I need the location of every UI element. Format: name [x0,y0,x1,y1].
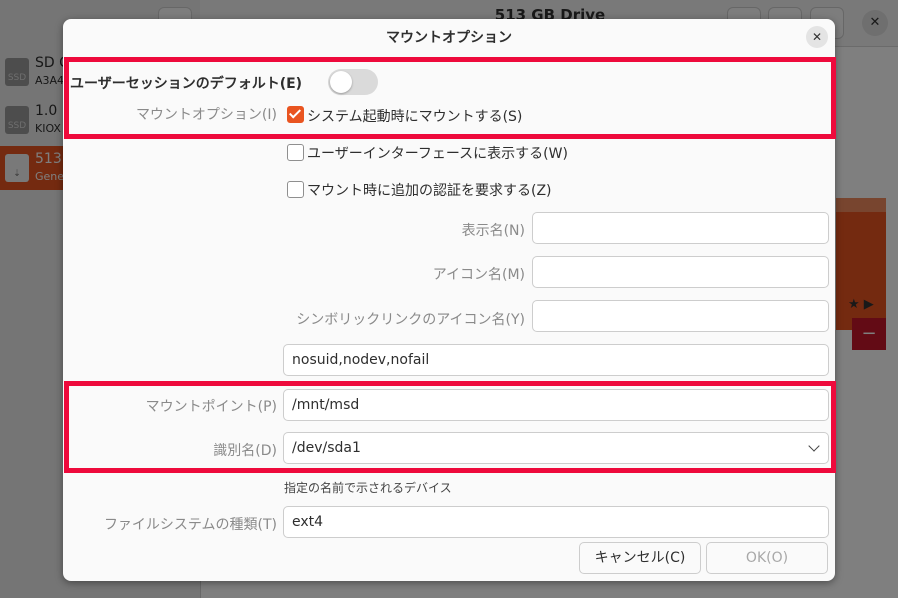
mount-options-label: マウントオプション(I) [135,107,277,123]
show-in-ui-checkbox[interactable] [287,144,304,161]
identify-as-hint: 指定の名前で示されるデバイス [284,481,452,495]
mount-at-startup-label[interactable]: システム起動時にマウントする(S) [307,106,522,126]
require-auth-checkbox[interactable] [287,181,304,198]
chevron-down-icon [808,440,820,452]
fs-type-label: ファイルシステムの種類(T) [103,517,277,533]
dialog-title: マウントオプション [386,30,512,46]
user-defaults-label: ユーザーセッションのデフォルト(E) [70,76,303,92]
mount-at-startup-checkbox[interactable] [287,106,304,123]
close-icon[interactable]: ✕ [806,26,828,48]
user-defaults-switch[interactable] [328,69,378,95]
require-auth-label[interactable]: マウント時に追加の認証を要求する(Z) [307,180,552,200]
mount-point-input[interactable]: /mnt/msd [283,389,829,421]
symbolic-icon-label: シンボリックリンクのアイコン名(Y) [296,312,525,328]
mount-point-label: マウントポイント(P) [145,399,277,415]
icon-name-input[interactable] [532,256,829,288]
mount-options-input[interactable]: nosuid,nodev,nofail [283,344,829,376]
symbolic-icon-input[interactable] [532,300,829,332]
ok-button[interactable]: OK(O) [706,542,828,574]
display-name-label: 表示名(N) [461,223,525,239]
mount-options-dialog: マウントオプション ✕ ユーザーセッションのデフォルト(E) マウントオプション… [63,19,835,581]
display-name-input[interactable] [532,212,829,244]
cancel-button[interactable]: キャンセル(C) [579,542,701,574]
identify-as-value: /dev/sda1 [292,440,361,456]
switch-knob [330,71,352,93]
fs-type-input[interactable]: ext4 [283,506,829,538]
identify-as-dropdown[interactable]: /dev/sda1 [283,432,829,464]
show-in-ui-label[interactable]: ユーザーインターフェースに表示する(W) [307,143,568,163]
icon-name-label: アイコン名(M) [432,267,525,283]
identify-as-label: 識別名(D) [213,443,277,459]
